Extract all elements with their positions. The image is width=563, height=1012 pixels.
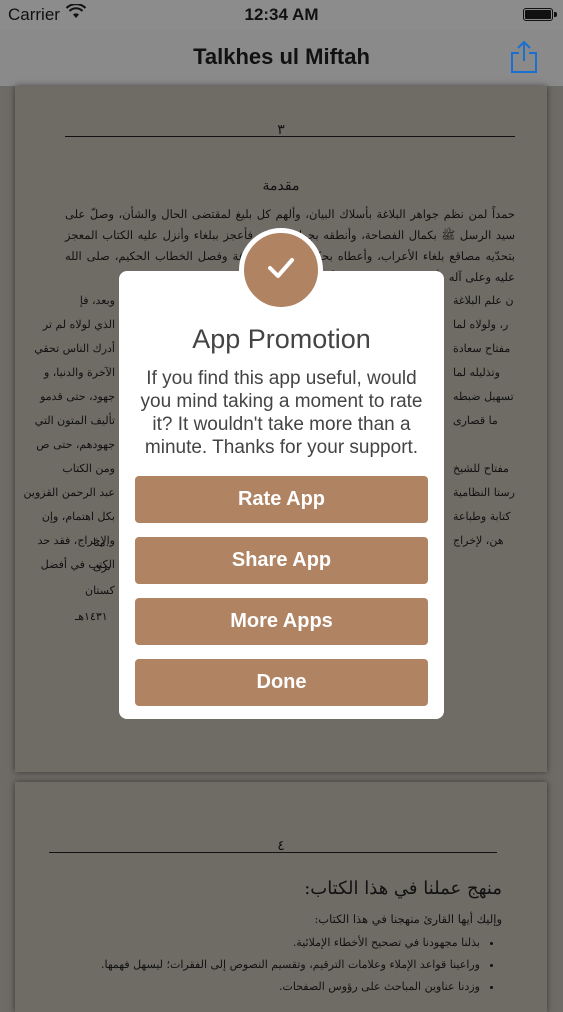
text-fragment: كستان: [85, 584, 115, 597]
book-page[interactable]: ٤ منهج عملنا في هذا الكتاب: وإليك أيها ا…: [15, 782, 547, 1012]
list-item: وراعينا قواعد الإملاء وعلامات الترقيم، و…: [101, 954, 480, 976]
text-fragment: ن علم البلاغة: [453, 294, 514, 307]
text-fragment: جهودهم، حتى ص: [36, 438, 115, 451]
text-fragment: مفتاح سعادة: [453, 342, 511, 355]
header-rule: [49, 852, 497, 853]
checkmark-icon: [266, 256, 296, 285]
app-promotion-dialog: App Promotion If you find this app usefu…: [119, 271, 444, 719]
share-icon[interactable]: [509, 40, 539, 74]
header-rule: [65, 136, 515, 137]
text-fragment: كتابة وطباعة: [453, 510, 511, 523]
rate-app-button[interactable]: Rate App: [135, 476, 428, 523]
section-heading: مقدمة: [262, 178, 300, 194]
checkmark-badge: [239, 228, 323, 312]
done-button[interactable]: Done: [135, 659, 428, 706]
section-heading: منهج عملنا في هذا الكتاب:: [304, 878, 502, 899]
text-fragment: مفتاح للشيخ: [453, 462, 509, 475]
text-fragment: وبعد، فإ: [79, 294, 115, 307]
text-fragment: ر، ولولاه لما: [453, 318, 509, 331]
clock-label: 12:34 AM: [244, 5, 319, 24]
share-app-button[interactable]: Share App: [135, 537, 428, 584]
text-fragment: تسهيل ضبطه: [453, 390, 514, 403]
text-fragment: الذي لولاه لم تر: [42, 318, 115, 331]
text-fragment: الآخرة والدنيا، و: [43, 366, 115, 379]
text-fragment: ١٤٣١هـ: [75, 610, 108, 623]
text-fragment: عبد الرحمن القزوين: [23, 486, 115, 499]
page-title: Talkhes ul Miftah: [193, 44, 370, 69]
more-apps-button[interactable]: More Apps: [135, 598, 428, 645]
text-fragment: بكل اهتمام، وإن: [41, 510, 115, 523]
method-list: بذلنا مجهودنا في تصحيح الأخطاء الإملائية…: [101, 932, 502, 998]
text-fragment: ومن الكتاب: [62, 462, 115, 475]
status-bar: Carrier 12:34 AM: [0, 0, 563, 30]
text-fragment: أدرك الناس تحقي: [34, 342, 115, 355]
text-fragment: جهود، حتى قدمو: [40, 390, 115, 403]
text-fragment: ما قصارى: [453, 414, 498, 427]
text-fragment: هن، لإخراج: [453, 534, 504, 547]
text-fragment: منا.: [93, 536, 110, 549]
text-fragment: رستا النظامية: [453, 486, 515, 499]
text-fragment: تأليف المتون التي: [34, 414, 115, 427]
dialog-message: If you find this app useful, would you m…: [140, 368, 423, 458]
intro-text: وإليك أيها القارئ منهجنا في هذا الكتاب:: [314, 912, 502, 926]
list-item: بذلنا مجهودنا في تصحيح الأخطاء الإملائية…: [101, 932, 480, 954]
list-item: وزدنا عناوين المباحث على رؤوس الصفحات.: [101, 976, 480, 998]
dialog-title: App Promotion: [192, 324, 371, 354]
battery-icon: [523, 8, 557, 21]
text-fragment: وتذليله لما: [453, 366, 500, 379]
navigation-bar: Talkhes ul Miftah: [0, 30, 563, 87]
text-fragment: ىرى: [93, 560, 111, 573]
